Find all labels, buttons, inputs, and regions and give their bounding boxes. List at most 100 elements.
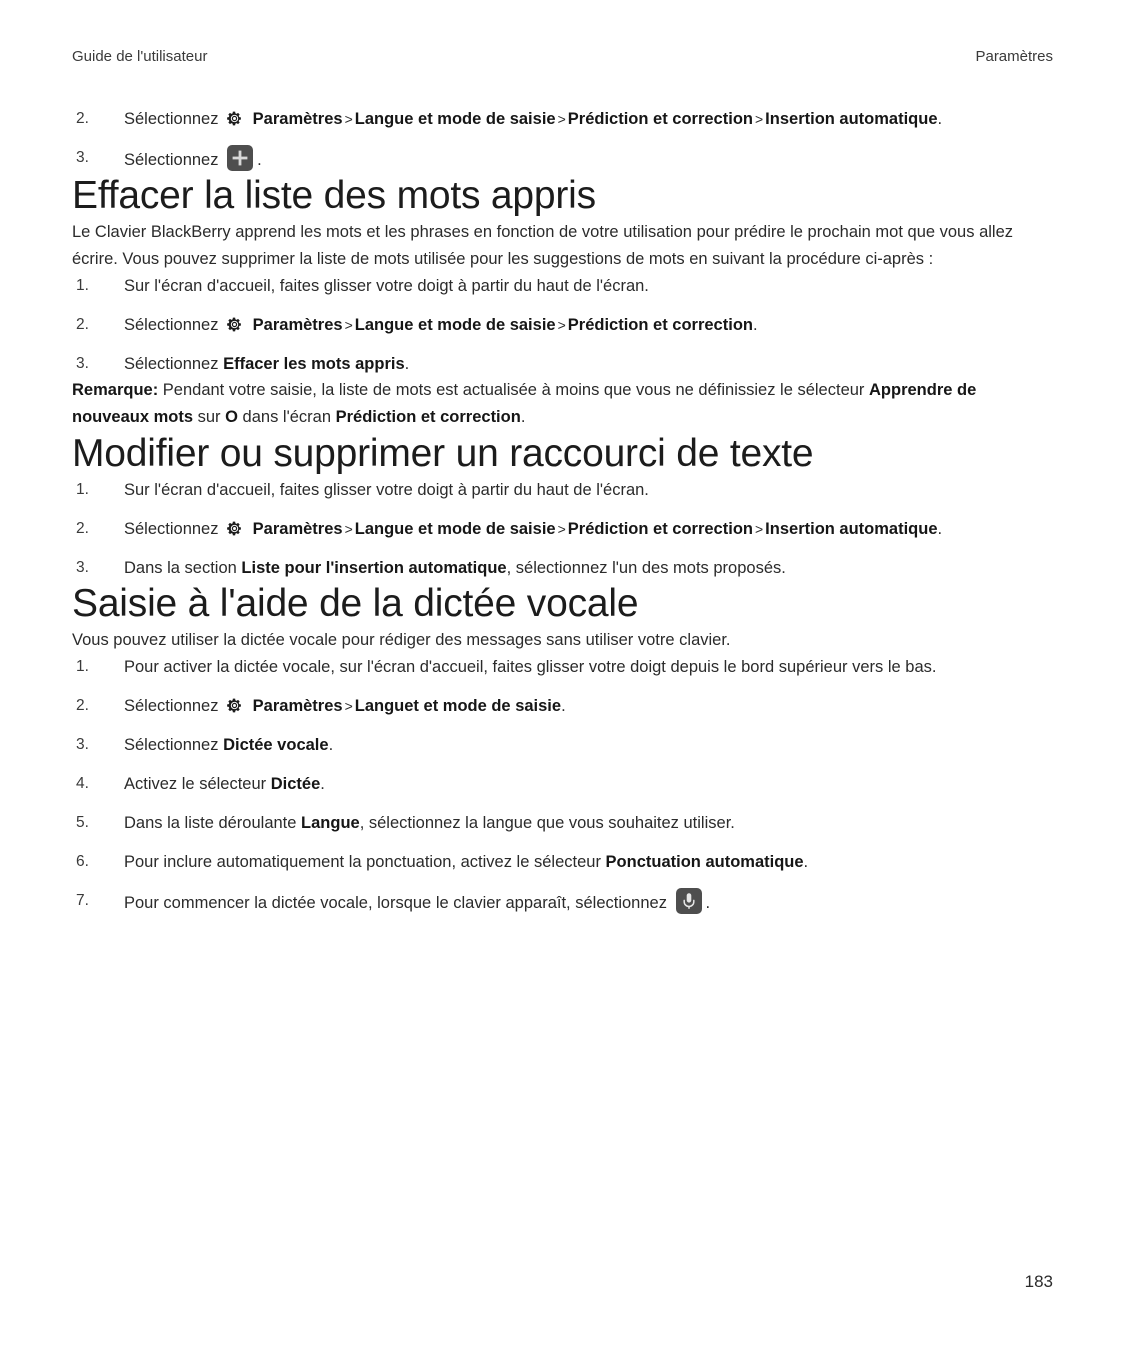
crumb-separator: > xyxy=(557,111,566,127)
step-lead: Sélectionnez xyxy=(124,697,219,715)
running-head-right: Paramètres xyxy=(975,48,1053,65)
step-part-2: . xyxy=(320,775,325,793)
list-item: 2. Sélectionnez Paramètres > Languet et mo… xyxy=(72,693,1053,719)
crumb-1: Paramètres xyxy=(252,110,343,128)
note-bold-2: O xyxy=(225,408,238,426)
document-page: Guide de l'utilisateur Paramètres 2. Sél… xyxy=(0,0,1125,1350)
crumb-2: Langue et mode de saisie xyxy=(354,110,556,128)
note-bold-3: Prédiction et correction xyxy=(335,408,521,426)
list-number: 3. xyxy=(76,736,89,753)
step-bold: Dictée vocale xyxy=(223,736,329,754)
list-number: 2. xyxy=(76,110,89,127)
list-number: 7. xyxy=(76,892,89,909)
step-bold: Liste pour l'insertion automatique xyxy=(241,559,507,577)
list-number: 2. xyxy=(76,520,89,537)
list-number: 6. xyxy=(76,853,89,870)
step-trailing: . xyxy=(561,697,566,715)
paragraph-saisie-intro: Vous pouvez utiliser la dictée vocale po… xyxy=(72,631,731,649)
step-trailing: . xyxy=(937,520,943,538)
list-number: 2. xyxy=(76,697,89,714)
step-trailing: . xyxy=(257,151,262,169)
note-remarque: Remarque: Pendant votre saisie, la liste… xyxy=(72,377,1053,431)
gear-icon xyxy=(226,110,243,127)
crumb-3: Prédiction et correction xyxy=(567,316,753,334)
step-bold: Langue xyxy=(301,814,360,832)
list-number: 3. xyxy=(76,149,89,166)
step-text: Sur l'écran d'accueil, faites glisser vo… xyxy=(124,481,649,499)
step-part-1: Dans la liste déroulante xyxy=(124,814,302,832)
list-item: 5. Dans la liste déroulante Langue, séle… xyxy=(72,810,1053,836)
plus-icon xyxy=(227,145,254,171)
list-item: 3. Sélectionnez Effacer les mots appris. xyxy=(72,351,1053,377)
step-trailing: . xyxy=(404,355,410,373)
list-number: 3. xyxy=(76,355,89,372)
step-trailing: . xyxy=(705,894,711,912)
crumb-separator: > xyxy=(557,521,566,537)
step-part-1: Dans la section xyxy=(124,559,242,577)
crumb-3: Prédiction et correction xyxy=(567,520,753,538)
list-item: 3. Sélectionnez Dictée vocale. xyxy=(72,732,1053,758)
steps-effacer: 1. Sur l'écran d'accueil, faites glisser… xyxy=(72,273,1053,377)
crumb-2: Languet et mode de saisie xyxy=(354,697,562,715)
crumb-separator: > xyxy=(344,317,353,333)
list-number: 1. xyxy=(76,658,89,675)
list-item: 4. Activez le sélecteur Dictée. xyxy=(72,771,1053,797)
step-bold: Effacer les mots appris xyxy=(223,355,405,373)
crumb-1: Paramètres xyxy=(252,697,343,715)
page-number: 183 xyxy=(1024,1272,1053,1291)
gear-icon xyxy=(226,697,243,714)
step-part-1: Activez le sélecteur xyxy=(124,775,271,793)
step-part-1: Pour inclure automatiquement la ponctuat… xyxy=(124,853,606,871)
crumb-separator: > xyxy=(344,698,353,714)
note-part-3: dans l'écran xyxy=(237,408,336,426)
list-number: 3. xyxy=(76,559,89,576)
step-lead: Sélectionnez xyxy=(124,355,219,373)
step-lead: Sélectionnez xyxy=(124,520,219,538)
running-head: Guide de l'utilisateur Paramètres xyxy=(72,48,1053,66)
note-part-4: . xyxy=(520,408,526,426)
step-part-2: , sélectionnez l'un des mots proposés. xyxy=(506,559,786,577)
list-item: 1. Sur l'écran d'accueil, faites glisser… xyxy=(72,477,1053,503)
step-lead: Sélectionnez xyxy=(124,110,219,128)
list-item: 2. Sélectionnez Paramètres > Langue et mod… xyxy=(72,106,1053,132)
step-lead: Sélectionnez xyxy=(124,316,219,334)
list-number: 5. xyxy=(76,814,89,831)
steps-modifier: 1. Sur l'écran d'accueil, faites glisser… xyxy=(72,477,1053,581)
step-part-2: , sélectionnez la langue que vous souhai… xyxy=(359,814,735,832)
running-head-left: Guide de l'utilisateur xyxy=(72,48,208,65)
list-item: 2. Sélectionnez Paramètres > Langue et mod… xyxy=(72,312,1053,338)
crumb-separator: > xyxy=(754,521,764,537)
list-number: 1. xyxy=(76,277,89,294)
step-trailing: . xyxy=(328,736,334,754)
crumb-separator: > xyxy=(557,317,566,333)
step-text: Sur l'écran d'accueil, faites glisser vo… xyxy=(124,277,649,295)
steps-continued: 2. Sélectionnez Paramètres > Langue et mod… xyxy=(72,106,1053,173)
paragraph-effacer-intro: Le Clavier BlackBerry apprend les mots e… xyxy=(72,223,1013,268)
list-item: 7. Pour commencer la dictée vocale, lors… xyxy=(72,888,1053,916)
crumb-2: Langue et mode de saisie xyxy=(354,520,556,538)
list-number: 1. xyxy=(76,481,89,498)
page-title-modifier: Modifier ou supprimer un raccourci de te… xyxy=(72,432,814,475)
microphone-icon xyxy=(675,888,702,914)
steps-saisie: 1. Pour activer la dictée vocale, sur l'… xyxy=(72,654,1053,916)
crumb-1: Paramètres xyxy=(252,520,343,538)
document-content: 2. Sélectionnez Paramètres > Langue et mod… xyxy=(72,106,1053,916)
gear-icon xyxy=(226,520,243,537)
step-trailing: . xyxy=(752,316,758,334)
crumb-1: Paramètres xyxy=(252,316,343,334)
note-label: Remarque: xyxy=(72,381,159,399)
step-bold: Dictée xyxy=(270,775,321,793)
list-item: 6. Pour inclure automatiquement la ponct… xyxy=(72,849,1053,875)
note-part-1: Pendant votre saisie, la liste de mots e… xyxy=(158,381,870,399)
list-item: 2. Sélectionnez Paramètres > Langue et mod… xyxy=(72,516,1053,542)
crumb-3: Prédiction et correction xyxy=(567,110,753,128)
gear-icon xyxy=(226,316,243,333)
crumb-4: Insertion automatique xyxy=(765,110,938,128)
list-number: 2. xyxy=(76,316,89,333)
page-title-effacer: Effacer la liste des mots appris xyxy=(72,174,596,217)
list-number: 4. xyxy=(76,775,89,792)
step-trailing: . xyxy=(937,110,943,128)
list-item: 1. Pour activer la dictée vocale, sur l'… xyxy=(72,654,1053,680)
step-lead: Sélectionnez xyxy=(124,736,219,754)
step-part-2: . xyxy=(803,853,809,871)
